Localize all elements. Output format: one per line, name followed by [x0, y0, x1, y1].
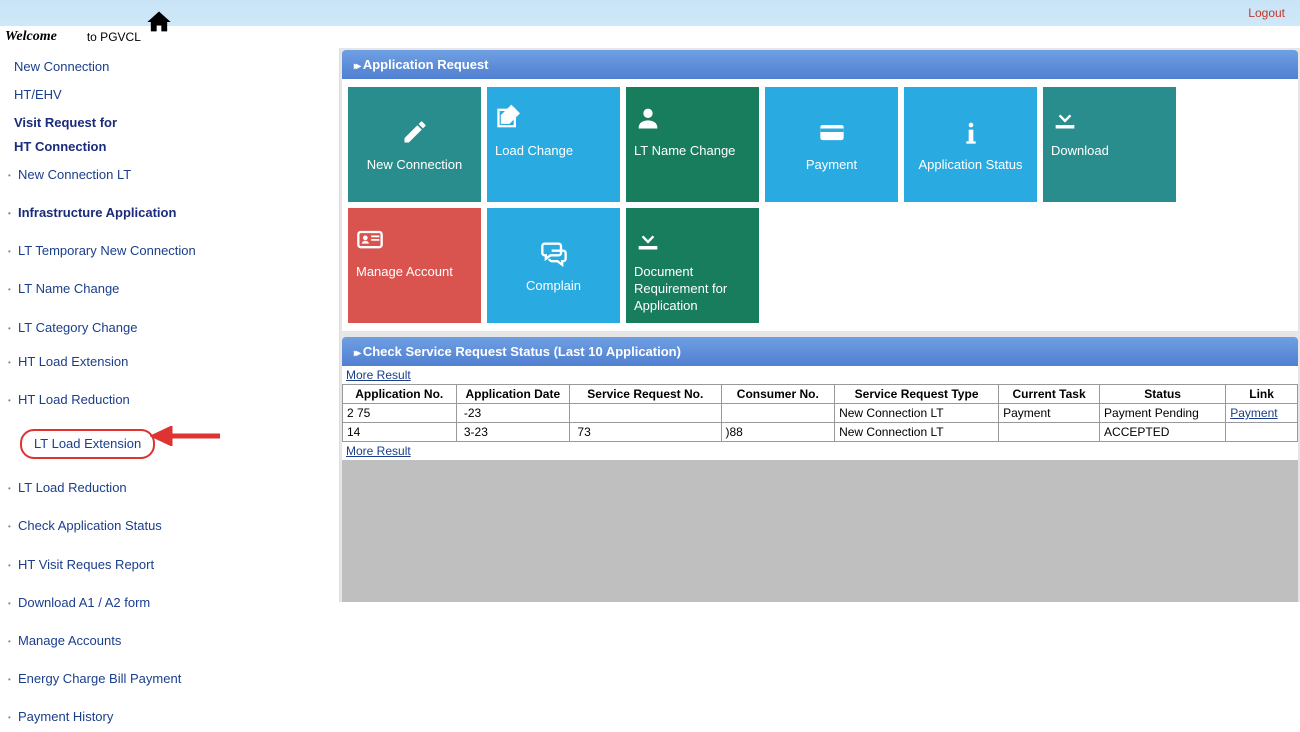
sidebar-item-11[interactable]: LT Load Extension — [0, 424, 339, 464]
cell-status: Payment Pending — [1100, 404, 1226, 423]
tile-complain[interactable]: Complain — [487, 208, 620, 323]
person-icon — [634, 101, 662, 135]
cell-app_date: ‍ 3-23 — [456, 423, 570, 442]
col-header: Service Request Type — [835, 385, 999, 404]
download-icon — [1051, 101, 1079, 135]
cell-task: Payment — [999, 404, 1100, 423]
more-result-bottom[interactable]: More Result — [342, 442, 1298, 460]
col-header: Application No. — [343, 385, 457, 404]
sidebar-item-5[interactable]: Infrastructure Application — [0, 199, 339, 227]
sidebar-item-2[interactable]: Visit Request for — [0, 109, 339, 137]
table-row: 2 ‍75‍ -23New Connection LTPaymentPaymen… — [343, 404, 1298, 423]
sidebar-item-4[interactable]: New Connection LT — [0, 161, 339, 189]
sidebar-item-1[interactable]: HT/EHV — [0, 81, 339, 109]
cell-srv_type: New Connection LT — [835, 423, 999, 442]
main-content: Application Request New ConnectionLoad C… — [340, 48, 1300, 602]
sidebar-item-8[interactable]: LT Category Change — [0, 314, 339, 342]
cell-link[interactable]: Payment — [1226, 404, 1298, 423]
status-table-wrap: More Result Application No.Application D… — [342, 366, 1298, 460]
pencil-icon — [401, 115, 429, 149]
sidebar-item-14[interactable]: HT Visit Reques Report — [0, 551, 339, 579]
cell-task — [999, 423, 1100, 442]
sidebar-item-6[interactable]: LT Temporary New Connection — [0, 237, 339, 265]
table-row: 14‍ 3-23‍ 73 ‍)88New Connection LT ACCEPT… — [343, 423, 1298, 442]
cell-srv_no — [570, 404, 721, 423]
sidebar-item-13[interactable]: Check Application Status — [0, 512, 339, 540]
tile-application-status[interactable]: Application Status — [904, 87, 1037, 202]
sidebar-item-18[interactable]: Payment History — [0, 703, 339, 731]
cell-app_date: ‍ -23 — [456, 404, 570, 423]
tile-load-change[interactable]: Load Change — [487, 87, 620, 202]
more-result-top[interactable]: More Result — [342, 366, 1298, 384]
home-icon[interactable] — [145, 8, 173, 39]
cell-cons_no — [721, 404, 835, 423]
col-header: Status — [1100, 385, 1226, 404]
sidebar-item-9[interactable]: HT Load Extension — [0, 348, 339, 376]
cell-app_no: 14 — [343, 423, 457, 442]
tile-lt-name-change[interactable]: LT Name Change — [626, 87, 759, 202]
panel-app-request: Application Request — [342, 50, 1298, 79]
sidebar-item-17[interactable]: Energy Charge Bill Payment — [0, 665, 339, 693]
sidebar-item-10[interactable]: HT Load Reduction — [0, 386, 339, 414]
empty-area — [342, 460, 1298, 602]
col-header: Current Task — [999, 385, 1100, 404]
col-header: Consumer No. — [721, 385, 835, 404]
status-table: Application No.Application DateService R… — [342, 384, 1298, 442]
col-header: Application Date — [456, 385, 570, 404]
cell-app_no: 2 ‍75 — [343, 404, 457, 423]
id-card-icon — [356, 222, 384, 256]
sidebar: New ConnectionHT/EHVVisit Request forHT … — [0, 48, 340, 602]
tile-document-requirement-for-application[interactable]: Document Requirement for Application — [626, 208, 759, 323]
top-bar: Logout — [0, 0, 1300, 26]
highlight-arrow-icon — [150, 426, 220, 451]
tile-manage-account[interactable]: Manage Account — [348, 208, 481, 323]
tile-new-connection[interactable]: New Connection — [348, 87, 481, 202]
welcome-row: Welcome to PGVCL — [0, 26, 1300, 48]
tile-payment[interactable]: Payment — [765, 87, 898, 202]
sidebar-item-7[interactable]: LT Name Change — [0, 275, 339, 303]
cell-status: ACCEPTED — [1100, 423, 1226, 442]
sidebar-item-0[interactable]: New Connection — [0, 53, 339, 81]
sidebar-item-16[interactable]: Manage Accounts — [0, 627, 339, 655]
logout-link[interactable]: Logout — [1248, 6, 1285, 20]
col-header: Service Request No. — [570, 385, 721, 404]
download-icon — [634, 222, 662, 256]
edit-box-icon — [495, 101, 523, 135]
cell-cons_no: ‍)88 — [721, 423, 835, 442]
welcome-suffix: to PGVCL — [87, 30, 141, 44]
cell-srv_no: ‍ 73 — [570, 423, 721, 442]
welcome-prefix: Welcome — [5, 29, 57, 45]
info-icon — [957, 115, 985, 149]
card-icon — [818, 115, 846, 149]
chat-icon — [540, 236, 568, 270]
col-header: Link — [1226, 385, 1298, 404]
tiles-grid: New ConnectionLoad ChangeLT Name ChangeP… — [342, 79, 1298, 331]
sidebar-item-3[interactable]: HT Connection — [0, 138, 339, 161]
cell-srv_type: New Connection LT — [835, 404, 999, 423]
panel-status-check: Check Service Request Status (Last 10 Ap… — [342, 337, 1298, 366]
sidebar-item-12[interactable]: LT Load Reduction — [0, 474, 339, 502]
cell-link — [1226, 423, 1298, 442]
tile-download[interactable]: Download — [1043, 87, 1176, 202]
sidebar-item-15[interactable]: Download A1 / A2 form — [0, 589, 339, 617]
